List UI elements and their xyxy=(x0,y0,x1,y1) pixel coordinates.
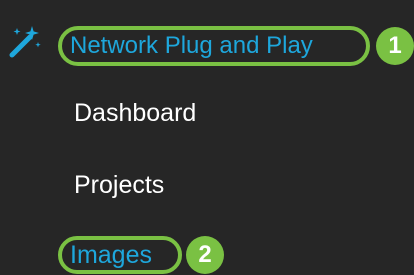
nav-link-network-plug-and-play[interactable]: Network Plug and Play xyxy=(70,26,313,66)
nav-item-dashboard[interactable]: Dashboard xyxy=(74,98,196,128)
nav-item-projects[interactable]: Projects xyxy=(74,170,164,200)
nav-item-images[interactable]: Images xyxy=(70,236,152,274)
side-navigation: Network Plug and Play 1 Dashboard Projec… xyxy=(0,0,414,275)
callout-badge-2: 2 xyxy=(186,236,224,274)
magic-wand-icon xyxy=(8,24,42,58)
nav-section-header: Network Plug and Play 1 xyxy=(0,0,414,90)
callout-badge-1: 1 xyxy=(376,27,414,65)
